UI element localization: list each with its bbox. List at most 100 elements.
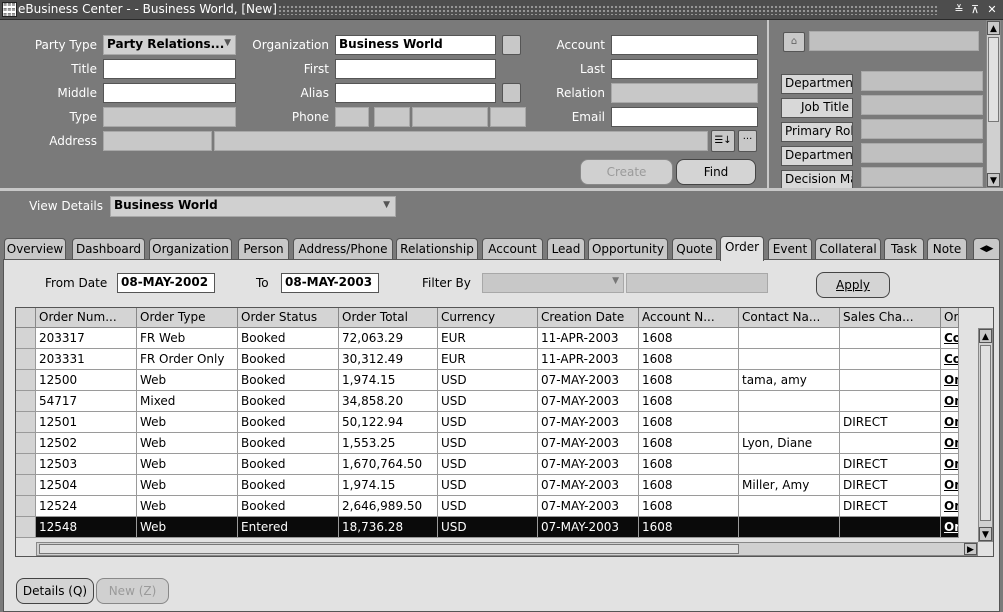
table-cell: 1608 bbox=[639, 454, 739, 475]
tab-quote[interactable]: Quote bbox=[672, 238, 717, 260]
order-link[interactable]: Onlir bbox=[941, 391, 959, 412]
order-link[interactable]: Onlir bbox=[941, 517, 959, 538]
tab-organization[interactable]: Organization bbox=[149, 238, 232, 260]
create-button[interactable]: Create bbox=[580, 159, 673, 185]
grid-scroll-right-icon[interactable]: ▶ bbox=[964, 543, 977, 555]
column-header[interactable]: Sales Cha... bbox=[840, 308, 941, 328]
column-header[interactable]: Order Type bbox=[137, 308, 238, 328]
tab-event[interactable]: Event bbox=[768, 238, 812, 260]
column-header[interactable]: Currency bbox=[438, 308, 538, 328]
apply-button[interactable]: Apply bbox=[816, 272, 890, 298]
window-title: eBusiness Center - - Business World, [Ne… bbox=[18, 2, 277, 16]
account-field[interactable] bbox=[611, 35, 758, 55]
department-field-2 bbox=[861, 143, 983, 163]
view-details-select[interactable]: Business World ▼ bbox=[110, 196, 396, 217]
contact-details-panel: ⌂ Department Job Title Primary Rol Depar… bbox=[767, 20, 1003, 190]
filter-by-select[interactable]: ▼ bbox=[482, 273, 624, 293]
table-cell: 1608 bbox=[639, 517, 739, 538]
tab-account[interactable]: Account bbox=[482, 238, 543, 260]
tab-opportunity[interactable]: Opportunity bbox=[588, 238, 668, 260]
grid-scroll-down-icon[interactable]: ▼ bbox=[979, 527, 992, 541]
details-button[interactable]: Details (Q) bbox=[16, 578, 94, 604]
scroll-thumb[interactable] bbox=[988, 37, 999, 122]
grid-horizontal-scrollbar[interactable]: ▶ bbox=[36, 542, 978, 556]
title-field[interactable] bbox=[103, 59, 236, 79]
column-header[interactable]: Creation Date bbox=[538, 308, 639, 328]
row-selector[interactable] bbox=[16, 349, 36, 370]
column-header[interactable]: Account N... bbox=[639, 308, 739, 328]
organization-field[interactable]: Business World bbox=[335, 35, 496, 55]
tab-order[interactable]: Order bbox=[720, 236, 764, 261]
grid-hscroll-thumb[interactable] bbox=[39, 544, 739, 554]
first-name-field[interactable] bbox=[335, 59, 496, 79]
tab-relationship[interactable]: Relationship bbox=[396, 238, 478, 260]
tab-scroll-icon[interactable]: ◀▶ bbox=[973, 238, 1000, 260]
job-title-field bbox=[861, 95, 983, 115]
to-date-field[interactable]: 08-MAY-2003 bbox=[281, 273, 379, 293]
grid-scroll-up-icon[interactable]: ▲ bbox=[979, 329, 992, 343]
grid-vertical-scrollbar[interactable]: ▲ ▼ bbox=[978, 328, 993, 542]
table-cell: 1608 bbox=[639, 349, 739, 370]
party-type-value: Party Relations... bbox=[107, 37, 225, 51]
row-selector[interactable] bbox=[16, 496, 36, 517]
column-header[interactable]: Order bbox=[941, 308, 959, 328]
last-name-field[interactable] bbox=[611, 59, 758, 79]
tab-lead[interactable]: Lead bbox=[547, 238, 585, 260]
row-selector[interactable] bbox=[16, 328, 36, 349]
order-link[interactable]: Onlir bbox=[941, 412, 959, 433]
organization-lov-button[interactable] bbox=[502, 35, 521, 55]
row-selector[interactable] bbox=[16, 412, 36, 433]
tab-dashboard[interactable]: Dashboard bbox=[72, 238, 145, 260]
order-link[interactable]: Onlir bbox=[941, 433, 959, 454]
table-cell: Booked bbox=[238, 454, 339, 475]
tab-overview[interactable]: Overview bbox=[4, 238, 66, 260]
party-type-select[interactable]: Party Relations... ▼ bbox=[103, 35, 236, 55]
table-cell: 07-MAY-2003 bbox=[538, 433, 639, 454]
table-cell: Booked bbox=[238, 349, 339, 370]
order-link[interactable]: Onlir bbox=[941, 454, 959, 475]
close-icon[interactable]: ✕ bbox=[985, 2, 999, 17]
panel-top-field bbox=[809, 31, 979, 51]
minimize-icon[interactable]: ≚ bbox=[952, 2, 966, 17]
table-cell: USD bbox=[438, 412, 538, 433]
scroll-down-icon[interactable]: ▼ bbox=[987, 173, 1000, 187]
panel-scrollbar[interactable]: ▲ ▼ bbox=[986, 20, 1001, 188]
middle-name-field[interactable] bbox=[103, 83, 236, 103]
row-selector[interactable] bbox=[16, 391, 36, 412]
alias-field[interactable] bbox=[335, 83, 496, 103]
order-link[interactable]: Comr bbox=[941, 349, 959, 370]
new-button[interactable]: New (Z) bbox=[96, 578, 169, 604]
column-header[interactable]: Order Total bbox=[339, 308, 438, 328]
tab-task[interactable]: Task bbox=[884, 238, 924, 260]
column-header[interactable]: Order Num... bbox=[36, 308, 137, 328]
tab-address-phone[interactable]: Address/Phone bbox=[293, 238, 393, 260]
scroll-up-icon[interactable]: ▲ bbox=[987, 21, 1000, 35]
address-list-icon[interactable]: ☰↓ bbox=[711, 130, 735, 152]
email-field[interactable] bbox=[611, 107, 758, 127]
find-button[interactable]: Find bbox=[676, 159, 756, 185]
column-header[interactable]: Contact Na... bbox=[739, 308, 840, 328]
tab-person[interactable]: Person bbox=[238, 238, 289, 260]
table-cell: USD bbox=[438, 517, 538, 538]
from-date-field[interactable]: 08-MAY-2002 bbox=[117, 273, 215, 293]
row-selector[interactable] bbox=[16, 370, 36, 391]
order-link[interactable]: Onlir bbox=[941, 475, 959, 496]
row-selector[interactable] bbox=[16, 475, 36, 496]
address-more-icon[interactable]: ··· bbox=[738, 130, 757, 152]
row-selector[interactable] bbox=[16, 517, 36, 538]
table-cell: DIRECT bbox=[840, 475, 941, 496]
tab-collateral[interactable]: Collateral bbox=[815, 238, 881, 260]
row-selector[interactable] bbox=[16, 433, 36, 454]
tab-note[interactable]: Note bbox=[927, 238, 967, 260]
alias-lov-button[interactable] bbox=[502, 83, 521, 103]
maximize-icon[interactable]: ⊼ bbox=[968, 2, 982, 17]
order-link[interactable]: Comr bbox=[941, 328, 959, 349]
order-link[interactable]: Onlir bbox=[941, 370, 959, 391]
grid-vscroll-thumb[interactable] bbox=[980, 345, 991, 521]
row-selector[interactable] bbox=[16, 454, 36, 475]
department-label-2: Department bbox=[781, 146, 853, 166]
folder-icon[interactable]: ⌂ bbox=[783, 32, 805, 52]
order-link[interactable]: Onlir bbox=[941, 496, 959, 517]
column-header[interactable]: Order Status bbox=[238, 308, 339, 328]
address-field-2 bbox=[214, 131, 708, 151]
